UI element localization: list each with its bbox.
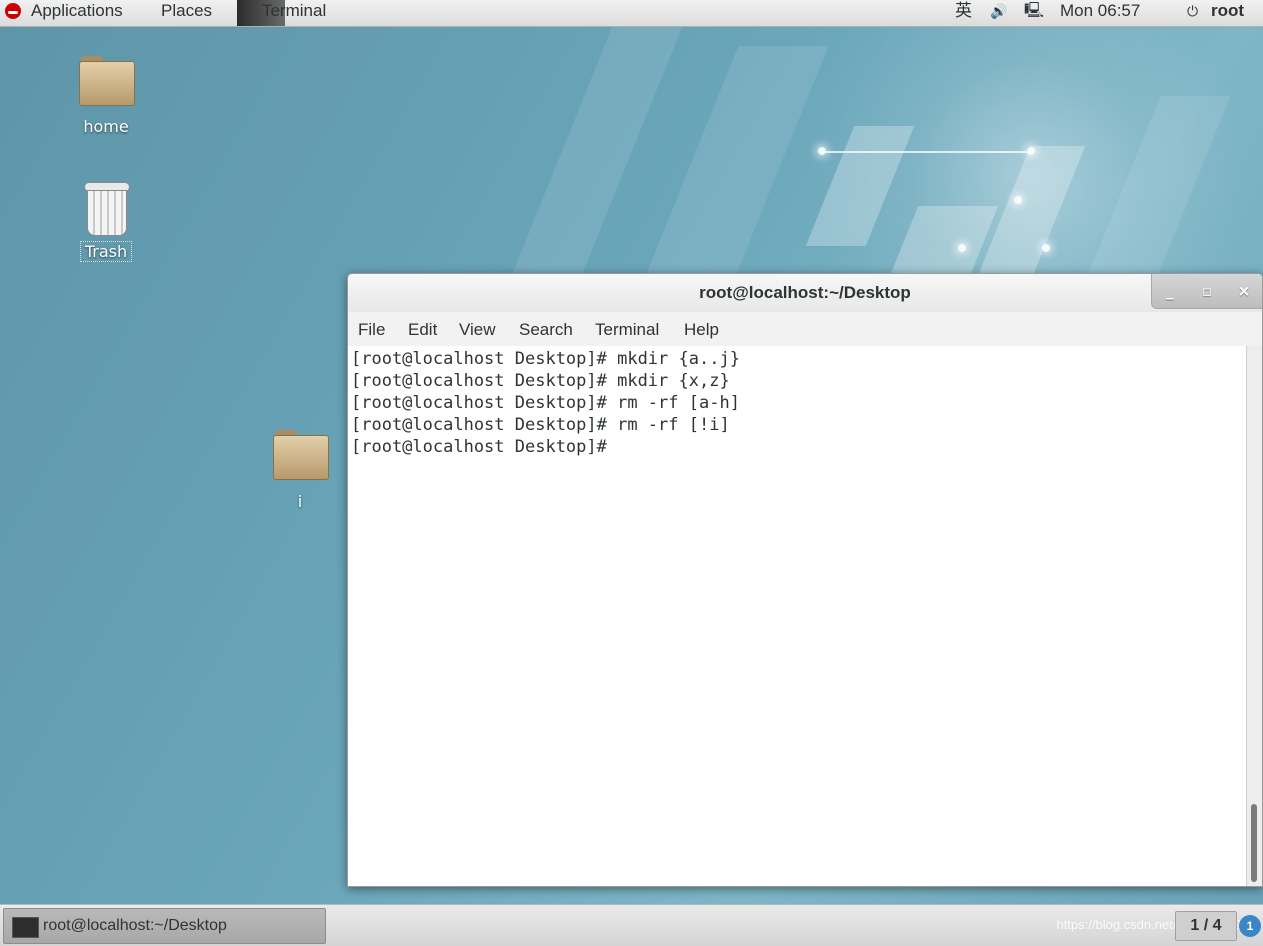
desktop-icon-trash[interactable]: Trash [66,182,146,262]
close-button[interactable]: × [1226,274,1262,308]
scrollbar-thumb[interactable] [1251,804,1257,882]
terminal-line: [root@localhost Desktop]# mkdir {a..j} [351,349,740,369]
terminal-scrollbar[interactable] [1246,346,1262,886]
minimize-button[interactable]: _ [1152,274,1188,308]
desktop-icon-label: Trash [79,241,133,262]
terminal-line: [root@localhost Desktop]# rm -rf [!i] [351,415,730,435]
terminal-output[interactable]: [root@localhost Desktop]# mkdir {a..j} [… [348,346,1246,886]
menu-search[interactable]: Search [519,320,573,340]
terminal-prompt-line: [root@localhost Desktop]# [351,437,607,457]
wallpaper-stripe [1079,96,1231,296]
workspace-switcher[interactable]: 1 / 4 [1175,911,1237,941]
home-folder-icon [79,56,135,106]
network-icon[interactable]: 🖳 [1024,0,1044,26]
terminal-window: root@localhost:~/Desktop _ ▫ × File Edit… [347,273,1263,887]
active-app-terminal[interactable]: Terminal [237,0,347,26]
wallpaper-dot [1014,196,1022,204]
bottom-panel: root@localhost:~/Desktop https://blog.cs… [0,904,1263,946]
volume-icon[interactable]: 🔊 [990,0,1007,26]
terminal-icon [12,917,39,938]
menu-terminal[interactable]: Terminal [595,320,659,340]
clock[interactable]: Mon 06:57 [1060,0,1140,26]
wallpaper-line [822,151,1032,153]
desktop-icon-label: i [297,492,303,511]
taskbar-label: root@localhost:~/Desktop [43,917,227,934]
power-icon: ⏻ [1187,3,1199,19]
active-app-label: Terminal [262,1,327,20]
desktop-icon-home[interactable]: home [66,56,146,136]
terminal-line: [root@localhost Desktop]# mkdir {x,z} [351,371,730,391]
input-method-indicator[interactable]: 英 [955,0,972,26]
top-panel: Applications Places Terminal 英 🔊 🖳 Mon 0… [0,0,1263,27]
menubar: File Edit View Search Terminal Help [348,312,1262,345]
places-menu[interactable]: Places [161,0,212,26]
wallpaper-stripe [805,126,915,246]
menu-help[interactable]: Help [684,320,719,340]
folder-icon [273,430,329,480]
maximize-button[interactable]: ▫ [1189,274,1225,308]
wallpaper-dot [1042,244,1050,252]
trash-icon [83,182,130,236]
notification-badge[interactable]: 1 [1239,915,1261,937]
user-menu[interactable]: root [1211,0,1244,26]
wallpaper-dot [818,147,826,155]
applications-menu[interactable]: Applications [31,0,123,26]
menu-view[interactable]: View [459,320,496,340]
window-title: root@localhost:~/Desktop [699,283,911,302]
redhat-logo-icon [5,3,21,19]
taskbar-terminal-button[interactable]: root@localhost:~/Desktop [3,908,326,944]
wallpaper-dot [958,244,966,252]
window-controls: _ ▫ × [1151,274,1262,309]
menu-edit[interactable]: Edit [408,320,437,340]
desktop-icon-folder-i[interactable]: i [260,430,340,511]
menu-file[interactable]: File [358,320,385,340]
wallpaper-stripe [641,46,829,286]
desktop-icon-label: home [83,117,129,136]
wallpaper-dot [1027,147,1035,155]
terminal-line: [root@localhost Desktop]# rm -rf [a-h] [351,393,740,413]
window-titlebar[interactable]: root@localhost:~/Desktop _ ▫ × [348,274,1262,312]
